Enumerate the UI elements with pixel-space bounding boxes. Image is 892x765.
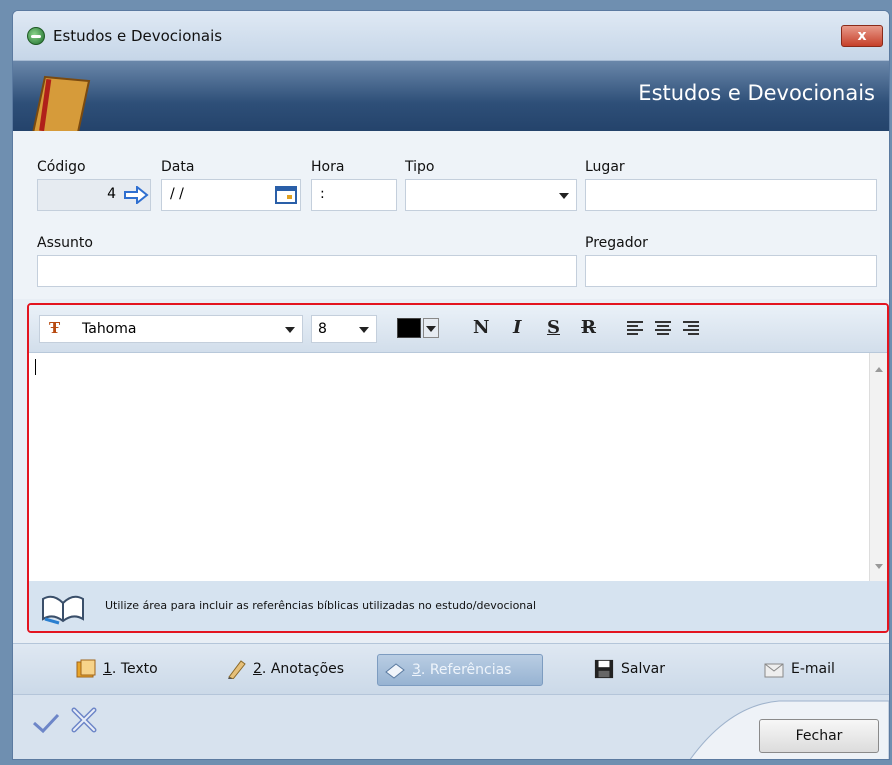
arrow-right-icon[interactable] [123, 186, 149, 204]
tipo-label: Tipo [405, 159, 435, 175]
title-bar: Estudos e Devocionais x [13, 11, 889, 61]
app-logo-icon [27, 27, 45, 45]
pregador-label: Pregador [585, 235, 648, 251]
scroll-down-icon[interactable] [875, 564, 883, 569]
tab-referencias-number: 3 [412, 662, 421, 678]
italic-button[interactable]: I [513, 317, 521, 338]
underline-button[interactable]: S [547, 317, 560, 338]
font-name-select[interactable]: Tahoma [39, 315, 303, 343]
info-bar: Utilize área para incluir as referências… [29, 581, 887, 631]
info-hint: Utilize área para incluir as referências… [105, 599, 537, 612]
codigo-label: Código [37, 159, 86, 175]
dialog-footer: Fechar [13, 695, 889, 759]
tab-texto[interactable]: 1. Texto [69, 654, 164, 686]
tab-referencias[interactable]: 3. Referências [377, 654, 543, 686]
assunto-label: Assunto [37, 235, 93, 251]
floppy-disk-icon [594, 659, 614, 679]
assunto-field[interactable] [37, 255, 577, 287]
chevron-down-icon[interactable] [559, 193, 569, 199]
chevron-down-icon[interactable] [359, 327, 369, 333]
tab-anotacoes-label: . Anotações [261, 661, 345, 677]
email-button[interactable]: E-mail [757, 654, 841, 686]
form-area: Código 4 Data / / Hora : Tipo Lugar Assu… [13, 131, 889, 299]
tab-texto-number: 1 [103, 661, 112, 677]
vertical-scrollbar[interactable] [869, 353, 887, 581]
lugar-label: Lugar [585, 159, 625, 175]
font-icon: Ŧ [49, 319, 61, 337]
format-toolbar: Tahoma Ŧ 8 N I S R [29, 305, 887, 353]
window-title: Estudos e Devocionais [53, 27, 223, 45]
tab-referencias-label: . Referências [420, 662, 512, 678]
pregador-field[interactable] [585, 255, 877, 287]
scroll-up-icon[interactable] [875, 367, 883, 372]
text-cursor [35, 359, 36, 375]
hora-field[interactable]: : [311, 179, 397, 211]
data-label: Data [161, 159, 195, 175]
pencil-icon [228, 660, 246, 679]
chevron-down-icon[interactable] [285, 327, 295, 333]
tab-texto-label: . Texto [111, 661, 158, 677]
check-icon[interactable] [31, 711, 61, 735]
close-button[interactable]: Fechar [759, 719, 879, 753]
lugar-field[interactable] [585, 179, 877, 211]
hora-label: Hora [311, 159, 345, 175]
open-book-icon [42, 595, 84, 625]
cancel-x-icon[interactable] [69, 705, 99, 735]
strikethrough-button[interactable]: R [581, 317, 596, 338]
header-banner: Estudos e Devocionais [13, 61, 889, 131]
folder-icon [76, 659, 96, 678]
calendar-icon[interactable] [275, 186, 297, 204]
align-left-icon[interactable] [627, 321, 643, 335]
references-text-area[interactable] [29, 353, 887, 581]
tab-anotacoes-number: 2 [253, 661, 262, 677]
envelope-icon [764, 663, 784, 678]
chevron-down-icon [426, 326, 436, 332]
section-tab-bar: 1. Texto 2. Anotações 3. Referências Sal… [13, 643, 889, 695]
eraser-icon [385, 663, 405, 679]
save-button[interactable]: Salvar [587, 654, 671, 686]
email-label: E-mail [791, 661, 835, 677]
dialog-window: Estudos e Devocionais x Estudos e Devoci… [12, 10, 890, 760]
tipo-select[interactable] [405, 179, 577, 211]
font-color-swatch[interactable] [397, 318, 421, 338]
save-label: Salvar [621, 661, 665, 677]
align-right-icon[interactable] [683, 321, 699, 335]
align-center-icon[interactable] [655, 321, 671, 335]
banner-title: Estudos e Devocionais [638, 81, 875, 105]
window-close-button[interactable]: x [841, 25, 883, 47]
tab-anotacoes[interactable]: 2. Anotações [219, 654, 350, 686]
references-editor: Tahoma Ŧ 8 N I S R Utilize área para inc… [27, 303, 889, 633]
bold-button[interactable]: N [473, 317, 489, 338]
